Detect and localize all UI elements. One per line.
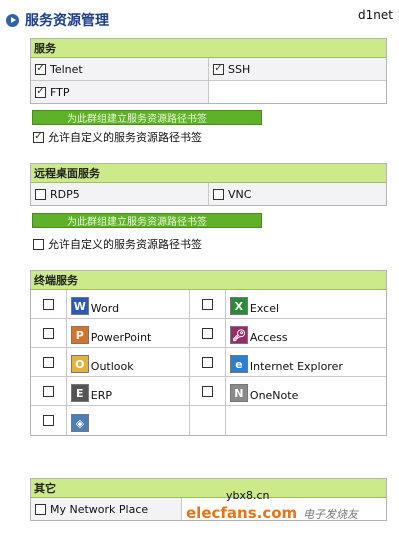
ftp-label: FTP [50,85,70,99]
empty-checkbox-cell [190,406,226,435]
telnet-label: Telnet [50,62,83,76]
access-icon: 🔑︎ [229,326,248,344]
services-section: 服务 Telnet SSH FTP [30,38,387,104]
terminal-section: 终端服务 W Word X Excel P PowerPoint 🔑︎ Acce… [30,270,387,436]
ie-label: Internet Explorer [249,360,343,373]
rdp5-label: RDP5 [50,187,80,201]
vnc-label: VNC [228,187,252,201]
powerpoint-icon: P [70,326,89,344]
terminal-row: E ERP N OneNote [31,377,386,406]
ie-app[interactable]: e Internet Explorer [225,348,386,376]
ie-icon: e [229,355,248,373]
excel-label: Excel [249,302,280,315]
services-allow-custom-label: 允许自定义的服务资源路径书签 [48,131,202,144]
outlook-label: Outlook [90,360,134,373]
erp-checkbox[interactable] [42,385,54,397]
service-empty-cell [208,81,386,103]
erp-app[interactable]: E ERP [66,377,191,405]
services-allow-custom-checkbox[interactable] [33,131,44,143]
word-checkbox[interactable] [42,298,54,310]
remote-allow-custom[interactable]: 允许自定义的服务资源路径书签 [33,236,202,252]
access-label: Access [249,331,288,344]
services-header: 服务 [31,39,386,58]
ftp-checkbox[interactable] [35,86,46,98]
ssh-checkbox[interactable] [213,63,224,75]
generic-app-checkbox[interactable] [42,415,54,426]
terminal-header: 终端服务 [31,271,386,290]
remote-allow-custom-label: 允许自定义的服务资源路径书签 [48,238,202,251]
word-app[interactable]: W Word [66,290,191,318]
terminal-row: ◈ [31,406,386,435]
page-title: 服务资源管理 [6,10,109,30]
services-allow-custom[interactable]: 允许自定义的服务资源路径书签 [33,129,202,145]
generic-app[interactable]: ◈ [66,406,191,435]
ie-checkbox[interactable] [202,356,213,368]
erp-label: ERP [90,389,113,402]
onenote-icon: N [229,384,248,402]
excel-icon: X [229,297,248,315]
other-header: 其它 [31,479,386,498]
outlook-icon: O [70,355,89,373]
access-app[interactable]: 🔑︎ Access [225,319,386,347]
chinese-watermark: 电子发烧友 [303,508,358,521]
generic-app-icon: ◈ [70,414,89,432]
service-ssh[interactable]: SSH [208,58,386,80]
remote-allow-custom-checkbox[interactable] [33,238,44,250]
service-telnet[interactable]: Telnet [31,58,208,80]
network-place-item[interactable]: My Network Place [31,498,181,520]
vnc-item[interactable]: VNC [208,183,386,205]
excel-app[interactable]: X Excel [225,290,386,318]
remote-desktop-header: 远程桌面服务 [31,164,386,183]
word-label: Word [90,302,120,315]
outlook-checkbox[interactable] [42,356,54,368]
service-ftp[interactable]: FTP [31,81,208,103]
excel-checkbox[interactable] [202,298,213,310]
terminal-row: W Word X Excel [31,290,386,319]
ssh-label: SSH [228,62,251,76]
page-title-text: 服务资源管理 [25,13,109,29]
remote-desktop-section: 远程桌面服务 RDP5 VNC [30,163,387,206]
site-watermark: ybx8.cn [226,489,270,502]
powerpoint-checkbox[interactable] [42,327,54,339]
empty-app-cell [225,406,386,435]
onenote-label: OneNote [249,389,299,402]
word-icon: W [70,297,89,315]
network-place-checkbox[interactable] [35,503,46,515]
network-place-label: My Network Place [50,502,149,516]
vnc-checkbox[interactable] [213,188,224,200]
onenote-checkbox[interactable] [202,385,213,397]
erp-icon: E [70,384,89,402]
onenote-app[interactable]: N OneNote [225,377,386,405]
terminal-row: O Outlook e Internet Explorer [31,348,386,377]
rdp5-checkbox[interactable] [35,188,46,200]
powerpoint-label: PowerPoint [90,331,152,344]
rdp5-item[interactable]: RDP5 [31,183,208,205]
top-watermark: d1net [358,8,393,22]
telnet-checkbox[interactable] [35,63,46,75]
outlook-app[interactable]: O Outlook [66,348,191,376]
services-bookmark-button[interactable]: 为此群组建立服务资源路径书签 [32,110,262,125]
access-checkbox[interactable] [202,327,213,339]
brand-watermark: elecfans.com [186,504,298,522]
remote-bookmark-button[interactable]: 为此群组建立服务资源路径书签 [32,213,262,228]
powerpoint-app[interactable]: P PowerPoint [66,319,191,347]
terminal-row: P PowerPoint 🔑︎ Access [31,319,386,348]
arrow-bullet-icon [6,13,19,27]
